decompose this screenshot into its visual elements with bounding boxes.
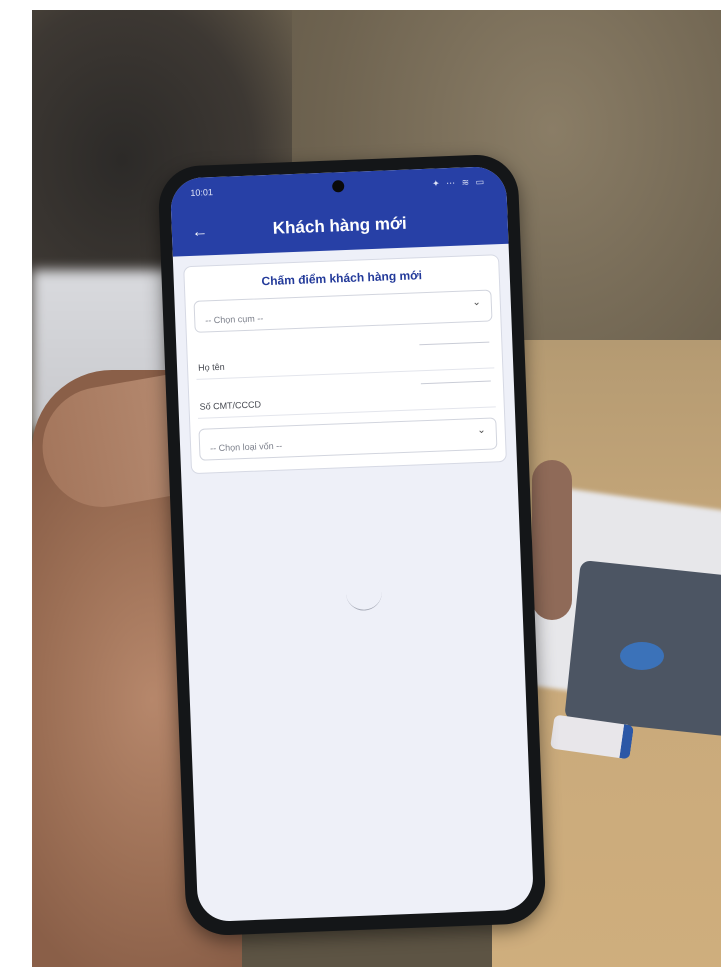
customer-form-card: Chấm điểm khách hàng mới -- Chọn cụm -- …	[183, 254, 507, 475]
chevron-down-icon: ⌄	[477, 424, 486, 437]
phone: 10:01 ✦ ⋯ ≋ ▭ ← Khách hàng mới Chấm điểm…	[157, 153, 547, 937]
id-number-underline	[420, 380, 491, 385]
fingers-right	[532, 460, 572, 620]
loan-type-placeholder: -- Chọn loại vốn --	[209, 440, 283, 454]
app-bar: 10:01 ✦ ⋯ ≋ ▭ ← Khách hàng mới	[169, 165, 509, 257]
full-name-underline	[419, 341, 490, 346]
status-time: 10:01	[190, 187, 214, 198]
group-select[interactable]: -- Chọn cụm -- ⌄	[193, 289, 493, 333]
background-tablet-dot	[620, 642, 664, 670]
form-heading: Chấm điểm khách hàng mới	[261, 268, 423, 289]
status-icons: ✦ ⋯ ≋ ▭	[431, 176, 487, 189]
phone-screen: 10:01 ✦ ⋯ ≋ ▭ ← Khách hàng mới Chấm điểm…	[169, 165, 535, 923]
full-name-label: Họ tên	[197, 361, 225, 373]
chevron-down-icon: ⌄	[472, 296, 481, 309]
loading-spinner	[345, 590, 383, 612]
group-select-placeholder: -- Chọn cụm --	[205, 313, 264, 326]
id-number-label: Số CMT/CCCD	[199, 399, 262, 412]
loan-type-select[interactable]: -- Chọn loại vốn -- ⌄	[198, 417, 498, 461]
page-title: Khách hàng mới	[272, 213, 408, 238]
